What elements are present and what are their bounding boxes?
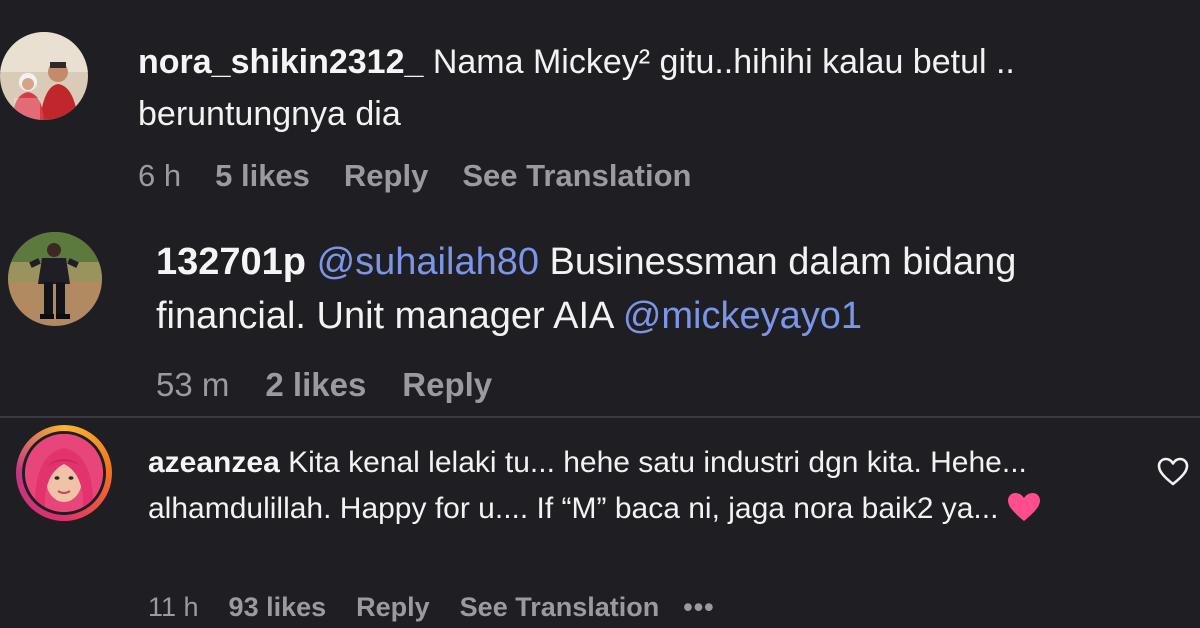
heart-outline-icon [1157,457,1189,486]
comment-username[interactable]: nora_shikin2312_ [138,43,423,81]
comment-username[interactable]: azeanzea [148,446,280,479]
user-avatar[interactable] [22,431,106,515]
comment-time: 11 h [148,592,199,622]
comment-text: 132701p @suhailah80 Businessman dalam bi… [156,235,1156,343]
reply-button[interactable]: Reply [356,592,430,623]
comment-text: nora_shikin2312_ Nama Mickey² gitu..hihi… [138,36,1138,140]
comment-text: azeanzea Kita kenal lelaki tu... hehe sa… [148,440,1108,532]
mention-link[interactable]: @suhailah80 [317,241,539,283]
see-translation-button[interactable]: See Translation [462,158,691,194]
section-divider [0,416,1200,418]
profile-photo-standing-man-icon [8,232,102,326]
comment-body: Kita kenal lelaki tu... hehe satu indust… [148,446,1027,525]
likes-count[interactable]: 2 likes [265,366,366,404]
mention-link[interactable]: @mickeyayo1 [623,295,862,337]
reply-button[interactable]: Reply [402,366,492,404]
reply-button[interactable]: Reply [344,158,428,194]
comments-panel: nora_shikin2312_ Nama Mickey² gitu..hihi… [0,0,1200,628]
likes-count[interactable]: 93 likes [229,592,327,623]
profile-photo-couple-icon [0,32,88,120]
comment-meta: 11 h 93 likes Reply See Translation ••• [148,592,715,623]
see-translation-button[interactable]: See Translation [460,592,660,623]
comment-meta: 53 m 2 likes Reply [156,366,492,404]
user-avatar[interactable] [0,32,88,120]
more-options-button[interactable]: ••• [683,592,714,623]
profile-photo-woman-hijab-icon [25,434,103,512]
comment-time: 53 m [156,366,230,403]
likes-count[interactable]: 5 likes [215,158,310,194]
user-avatar[interactable] [8,232,102,326]
comment-meta: 6 h 5 likes Reply See Translation [138,158,691,194]
pink-heart-icon [1007,493,1040,521]
comment-username[interactable]: 132701p [156,241,306,283]
comment-time: 6 h [138,158,182,193]
like-button[interactable] [1156,456,1190,488]
